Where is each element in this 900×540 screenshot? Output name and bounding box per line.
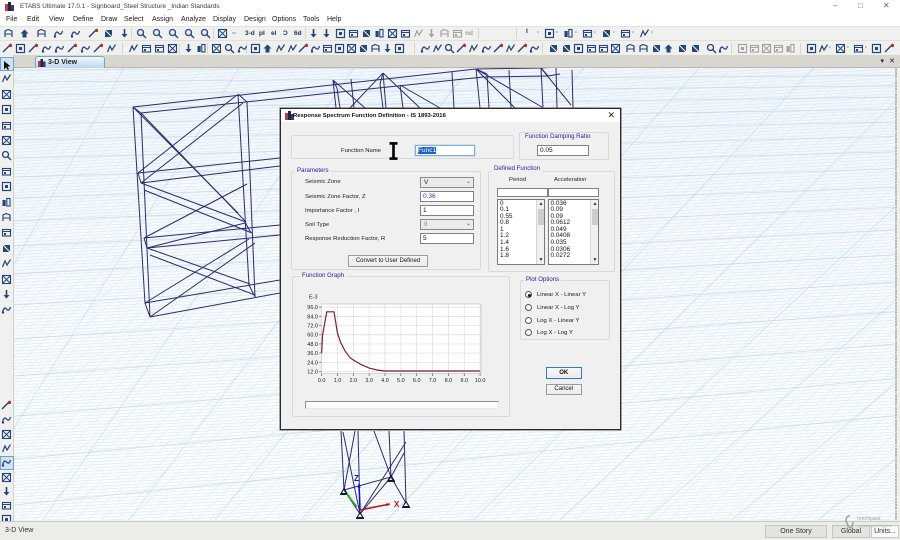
svg-text:6.0: 6.0 [413,378,421,384]
svg-text:84.0: 84.0 [307,314,318,320]
svg-text:24.0: 24.0 [307,360,318,366]
svg-text:Z: Z [354,474,359,483]
svg-text:8.0: 8.0 [445,378,453,384]
svg-text:2.0: 2.0 [349,378,357,384]
svg-text:7.0: 7.0 [429,378,437,384]
svg-text:3.0: 3.0 [365,378,373,384]
svg-text:E-3: E-3 [309,295,318,301]
svg-text:12.0: 12.0 [307,370,318,376]
svg-text:5.0: 5.0 [397,378,405,384]
svg-text:9.0: 9.0 [460,378,468,384]
svg-text:X: X [394,500,400,509]
svg-text:48.0: 48.0 [307,342,318,348]
svg-text:36.0: 36.0 [307,351,318,357]
svg-text:72.0: 72.0 [307,324,318,330]
svg-text:10.0: 10.0 [475,378,486,384]
svg-text:1.0: 1.0 [334,378,342,384]
svg-text:60.0: 60.0 [307,333,318,339]
svg-text:96.0: 96.0 [307,305,318,311]
svg-text:0.0: 0.0 [318,378,326,384]
svg-text:4.0: 4.0 [381,378,389,384]
